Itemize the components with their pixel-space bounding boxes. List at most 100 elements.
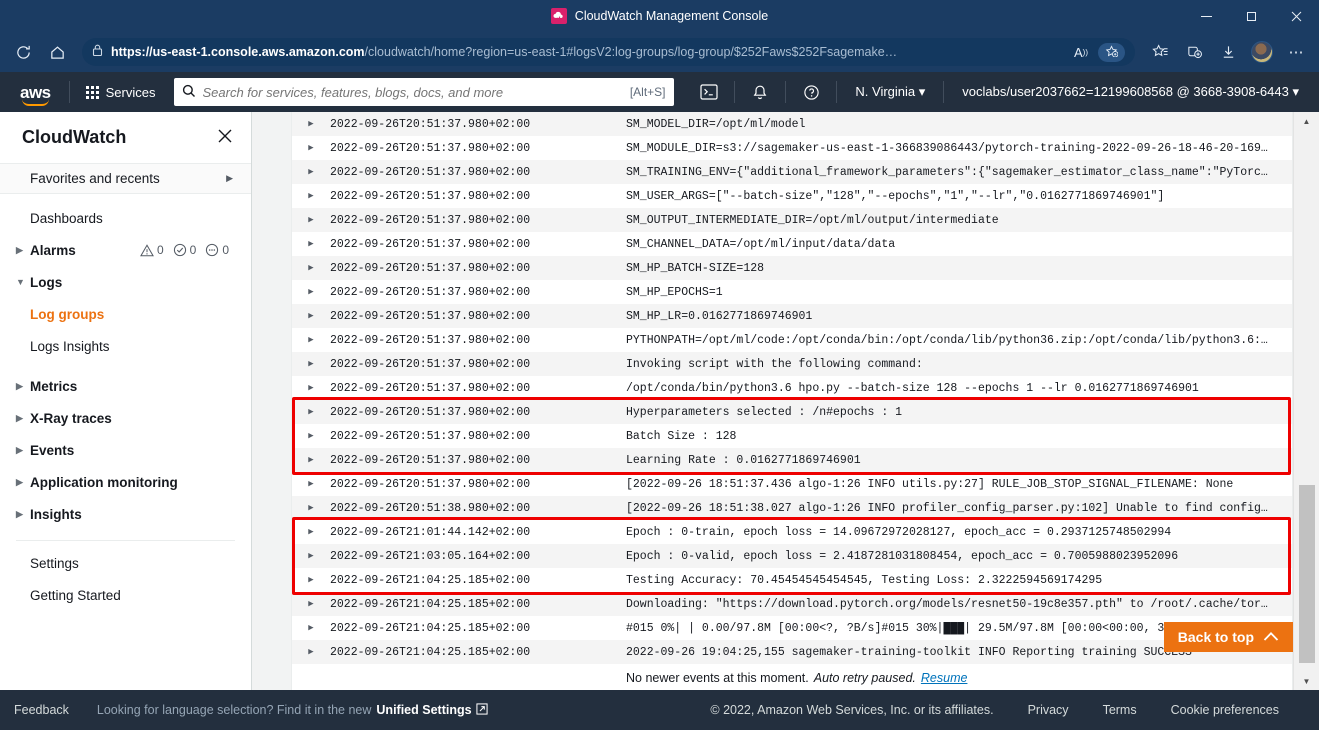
log-row[interactable]: ▶ 2022-09-26T20:51:37.980+02:00 PYTHONPATH…	[292, 328, 1292, 352]
terms-link[interactable]: Terms	[1103, 703, 1137, 717]
log-row[interactable]: ▶ 2022-09-26T20:51:37.980+02:00 Hyperparam…	[292, 400, 1292, 424]
window-controls	[1184, 0, 1319, 32]
expand-row-icon[interactable]: ▶	[292, 239, 330, 249]
add-tab-group-icon[interactable]	[1179, 38, 1209, 66]
log-row[interactable]: ▶ 2022-09-26T20:51:37.980+02:00/opt/conda…	[292, 376, 1292, 400]
cloudshell-icon[interactable]	[692, 78, 726, 106]
expand-row-icon[interactable]: ▶	[292, 551, 330, 561]
more-settings-icon[interactable]: ⋯	[1281, 38, 1311, 66]
log-row[interactable]: ▶ 2022-09-26T20:51:37.980+02:00 Learning R…	[292, 448, 1292, 472]
sidebar-item-getting-started[interactable]: Getting Started	[0, 579, 251, 611]
log-message: SM_HP_LR=0.0162771869746901	[626, 309, 813, 323]
privacy-link[interactable]: Privacy	[1028, 703, 1069, 717]
expand-row-icon[interactable]: ▶	[292, 143, 330, 153]
expand-row-icon[interactable]: ▶	[292, 359, 330, 369]
expand-row-icon[interactable]: ▶	[292, 119, 330, 129]
log-row[interactable]: ▶ 2022-09-26T20:51:37.980+02:00 [2022-09-2…	[292, 472, 1292, 496]
log-message: SM_MODEL_DIR=/opt/ml/model	[626, 117, 806, 131]
sidebar-item-settings[interactable]: Settings	[0, 547, 251, 579]
expand-row-icon[interactable]: ▶	[292, 215, 330, 225]
active-tab[interactable]: CloudWatch Management Console	[550, 8, 768, 24]
read-aloud-icon[interactable]: A))	[1070, 41, 1092, 63]
log-row[interactable]: ▶ 2022-09-26T20:51:37.980+02:00 SM_TRAININ…	[292, 160, 1292, 184]
expand-row-icon[interactable]: ▶	[292, 503, 330, 513]
maximize-button[interactable]	[1229, 0, 1274, 32]
sidebar-item-label: X-Ray traces	[30, 410, 112, 426]
expand-row-icon[interactable]: ▶	[292, 311, 330, 321]
expand-row-icon[interactable]: ▶	[292, 287, 330, 297]
global-search-box[interactable]: [Alt+S]	[173, 78, 674, 106]
aws-logo[interactable]: aws	[10, 84, 63, 106]
log-row[interactable]: ▶ 2022-09-26T20:51:37.980+02:00 SM_HP_BATC…	[292, 256, 1292, 280]
log-row[interactable]: ▶ 2022-09-26T20:51:37.980+02:00 Invoking s…	[292, 352, 1292, 376]
address-bar[interactable]: https://us-east-1.console.aws.amazon.com…	[82, 38, 1135, 66]
log-row[interactable]: ▶ 2022-09-26T20:51:37.980+02:00 SM_MODEL_D…	[292, 112, 1292, 136]
favorites-icon[interactable]	[1145, 38, 1175, 66]
home-icon[interactable]	[42, 38, 72, 66]
scrollbar-thumb[interactable]	[1299, 485, 1315, 663]
unified-settings-link[interactable]: Unified Settings	[376, 703, 471, 717]
expand-row-icon[interactable]: ▶	[292, 167, 330, 177]
expand-row-icon[interactable]: ▶	[292, 599, 330, 609]
log-timestamp: 2022-09-26T21:03:05.164+02:00	[330, 549, 531, 563]
sidebar-item-logs-insights[interactable]: Logs Insights	[0, 330, 251, 362]
browser-toolbar: https://us-east-1.console.aws.amazon.com…	[0, 32, 1319, 72]
back-to-top-button[interactable]: Back to top	[1163, 622, 1293, 652]
search-input[interactable]	[202, 84, 623, 100]
close-window-button[interactable]	[1274, 0, 1319, 32]
log-row[interactable]: ▶ 2022-09-26T20:51:37.980+02:00 SM_CHANNEL…	[292, 232, 1292, 256]
log-row[interactable]: ▶ 2022-09-26T21:04:25.185+02:00 Downloadin…	[292, 592, 1292, 616]
avatar[interactable]	[1247, 38, 1277, 66]
sidebar-item-events[interactable]: ▶ Events	[0, 434, 251, 466]
collections-icon[interactable]	[1098, 42, 1125, 62]
log-row[interactable]: ▶ 2022-09-26T21:04:25.185+02:00 Testing Ac…	[292, 568, 1292, 592]
sidebar-item-insights[interactable]: ▶ Insights	[0, 498, 251, 530]
log-row[interactable]: ▶ 2022-09-26T21:01:44.142+02:00 Epoch : 0-…	[292, 520, 1292, 544]
expand-row-icon[interactable]: ▶	[292, 455, 330, 465]
help-icon[interactable]	[794, 78, 828, 106]
sidebar-item-application-monitoring[interactable]: ▶ Application monitoring	[0, 466, 251, 498]
log-row[interactable]: ▶ 2022-09-26T20:51:37.980+02:00 SM_MODULE_…	[292, 136, 1292, 160]
minimize-button[interactable]	[1184, 0, 1229, 32]
feedback-link[interactable]: Feedback	[14, 703, 97, 717]
resume-link[interactable]: Resume	[921, 671, 968, 685]
scroll-up-arrow-icon[interactable]: ▲	[1294, 112, 1319, 130]
close-icon[interactable]	[217, 128, 233, 147]
log-row[interactable]: ▶ 2022-09-26T21:03:05.164+02:00 Epoch : 0-…	[292, 544, 1292, 568]
expand-row-icon[interactable]: ▶	[292, 647, 330, 657]
content-scrollbar[interactable]: ▲ ▼	[1293, 112, 1319, 690]
sidebar-item-favorites[interactable]: Favorites and recents ▶	[0, 164, 251, 194]
log-row[interactable]: ▶ 2022-09-26T21:04:25.185+02:00 #015 0%| |…	[292, 616, 1292, 640]
expand-row-icon[interactable]: ▶	[292, 527, 330, 537]
log-row[interactable]: ▶ 2022-09-26T20:51:37.980+02:00 SM_OUTPUT_…	[292, 208, 1292, 232]
log-row[interactable]: ▶ 2022-09-26T21:04:25.185+02:00 2022-09-26…	[292, 640, 1292, 664]
sidebar-item-alarms[interactable]: ▶ Alarms 0 0 0	[0, 234, 251, 266]
expand-row-icon[interactable]: ▶	[292, 383, 330, 393]
log-row[interactable]: ▶ 2022-09-26T20:51:37.980+02:00 SM_USER_AR…	[292, 184, 1292, 208]
sidebar-item-dashboards[interactable]: Dashboards	[0, 202, 251, 234]
sidebar-item-metrics[interactable]: ▶ Metrics	[0, 370, 251, 402]
expand-row-icon[interactable]: ▶	[292, 407, 330, 417]
expand-row-icon[interactable]: ▶	[292, 623, 330, 633]
expand-row-icon[interactable]: ▶	[292, 575, 330, 585]
downloads-icon[interactable]	[1213, 38, 1243, 66]
bell-icon[interactable]	[743, 78, 777, 106]
expand-row-icon[interactable]: ▶	[292, 479, 330, 489]
scroll-down-arrow-icon[interactable]: ▼	[1294, 672, 1319, 690]
expand-row-icon[interactable]: ▶	[292, 263, 330, 273]
expand-row-icon[interactable]: ▶	[292, 335, 330, 345]
log-row[interactable]: ▶ 2022-09-26T20:51:38.980+02:00 [2022-09-2…	[292, 496, 1292, 520]
log-row[interactable]: ▶ 2022-09-26T20:51:37.980+02:00 SM_HP_LR=0…	[292, 304, 1292, 328]
sidebar-item-xray-traces[interactable]: ▶ X-Ray traces	[0, 402, 251, 434]
cookie-preferences-link[interactable]: Cookie preferences	[1171, 703, 1279, 717]
services-menu-button[interactable]: Services	[76, 85, 166, 100]
expand-row-icon[interactable]: ▶	[292, 431, 330, 441]
log-row[interactable]: ▶ 2022-09-26T20:51:37.980+02:00 Batch Size…	[292, 424, 1292, 448]
sidebar-item-logs[interactable]: ▼ Logs	[0, 266, 251, 298]
account-menu[interactable]: voclabs/user2037662=12199608568 @ 3668-3…	[952, 84, 1309, 100]
expand-row-icon[interactable]: ▶	[292, 191, 330, 201]
region-selector[interactable]: N. Virginia ▾	[845, 84, 935, 100]
reload-icon[interactable]	[8, 38, 38, 66]
log-row[interactable]: ▶ 2022-09-26T20:51:37.980+02:00 SM_HP_EPOC…	[292, 280, 1292, 304]
sidebar-item-log-groups[interactable]: Log groups	[0, 298, 251, 330]
